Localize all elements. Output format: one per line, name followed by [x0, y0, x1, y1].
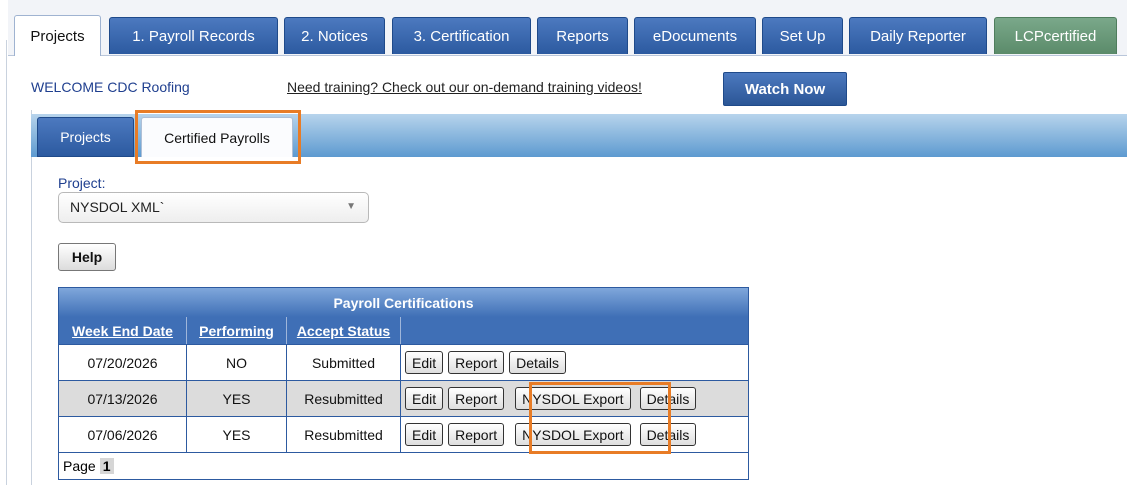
tab-edocuments[interactable]: eDocuments: [634, 17, 756, 54]
grid-caption: Payroll Certifications: [59, 288, 748, 317]
edit-button[interactable]: Edit: [405, 387, 444, 410]
week-end-date-cell: 07/06/2026: [59, 417, 187, 452]
help-button[interactable]: Help: [58, 243, 116, 271]
grid-header-row: Week End Date Performing Accept Status: [59, 317, 748, 344]
pager-label: Page: [63, 458, 96, 474]
tab-lcpcertified[interactable]: LCPcertified: [994, 17, 1117, 54]
tab-set-up[interactable]: Set Up: [762, 17, 843, 54]
edit-button[interactable]: Edit: [405, 351, 444, 374]
week-end-date-cell: 07/20/2026: [59, 345, 187, 380]
accept-status-cell: Resubmitted: [287, 417, 401, 452]
report-button[interactable]: Report: [448, 351, 505, 374]
pager: Page 1: [59, 452, 748, 479]
tab-payroll-records[interactable]: 1. Payroll Records: [109, 17, 278, 54]
project-select[interactable]: NYSDOL XML` ▼: [58, 192, 369, 223]
tab-reports[interactable]: Reports: [537, 17, 628, 54]
watch-now-button[interactable]: Watch Now: [723, 72, 847, 106]
project-label: Project:: [58, 175, 106, 191]
chevron-down-icon: ▼: [346, 201, 356, 212]
tab-daily-reporter[interactable]: Daily Reporter: [849, 17, 987, 54]
tab-projects[interactable]: Projects: [14, 15, 101, 56]
accept-status-cell: Resubmitted: [287, 381, 401, 416]
week-end-date-cell: 07/13/2026: [59, 381, 187, 416]
accept-status-cell: Submitted: [287, 345, 401, 380]
header-actions: [401, 317, 748, 344]
header-performing[interactable]: Performing: [187, 317, 287, 344]
performing-cell: YES: [187, 417, 287, 452]
highlight-box-certified-payrolls: [135, 110, 301, 164]
training-link[interactable]: Need training? Check out our on-demand t…: [287, 79, 642, 95]
subtab-projects[interactable]: Projects: [37, 117, 134, 157]
edit-button[interactable]: Edit: [405, 423, 444, 446]
project-select-value: NYSDOL XML`: [70, 199, 165, 215]
page-number[interactable]: 1: [99, 458, 114, 474]
performing-cell: YES: [187, 381, 287, 416]
tab-certification[interactable]: 3. Certification: [392, 17, 531, 54]
tab-notices[interactable]: 2. Notices: [284, 17, 385, 54]
header-week-end-date[interactable]: Week End Date: [59, 317, 187, 344]
actions-cell: Edit Report Details: [401, 345, 748, 380]
welcome-text: WELCOME CDC Roofing: [31, 79, 190, 95]
header-accept-status[interactable]: Accept Status: [287, 317, 401, 344]
performing-cell: NO: [187, 345, 287, 380]
divider: [6, 40, 7, 485]
table-row: 07/20/2026 NO Submitted Edit Report Deta…: [59, 344, 748, 380]
details-button[interactable]: Details: [509, 351, 566, 374]
report-button[interactable]: Report: [448, 423, 505, 446]
report-button[interactable]: Report: [448, 387, 505, 410]
highlight-box-nysdol-export: [529, 382, 671, 454]
app-window: Projects 1. Payroll Records 2. Notices 3…: [0, 0, 1127, 485]
